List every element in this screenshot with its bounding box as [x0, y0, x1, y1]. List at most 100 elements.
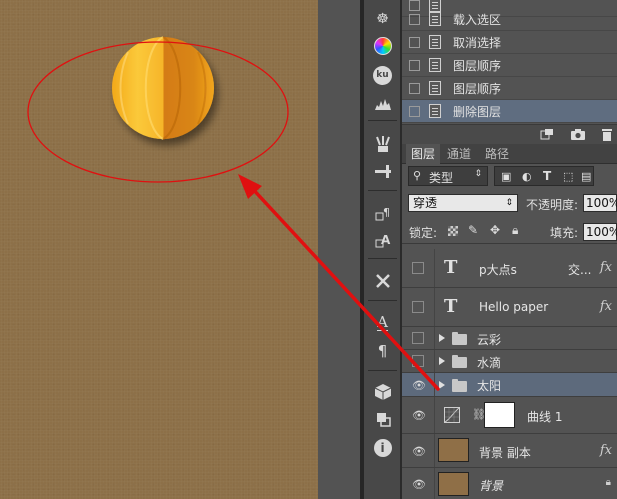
3d-object-icon[interactable] [370, 408, 395, 430]
expand-triangle-icon[interactable] [439, 381, 445, 389]
3d-cube-icon[interactable] [370, 381, 395, 403]
tab-paths[interactable]: 路径 [480, 144, 514, 164]
layer-group-row-selected[interactable]: 👁︎ 太阳 [402, 373, 617, 397]
fx-icon[interactable]: fx [600, 299, 612, 314]
camera-icon[interactable] [570, 128, 586, 142]
type-filter-icon[interactable]: T [543, 169, 551, 183]
eye-icon[interactable]: 👁︎ [411, 445, 427, 458]
layer-name: Hello paper [479, 300, 549, 314]
folder-icon [452, 355, 467, 368]
visibility-toggle[interactable] [412, 301, 424, 313]
layer-group-row[interactable]: 云彩 [402, 327, 617, 350]
lock-all-icon[interactable]: 🔒︎ [512, 223, 518, 238]
canvas-gutter [318, 0, 360, 499]
document-icon [429, 81, 441, 95]
svg-text:A: A [381, 233, 391, 247]
layer-name: 曲线 1 [527, 410, 563, 424]
new-document-from-state-icon[interactable] [539, 128, 555, 142]
layer-thumbnail [438, 472, 469, 496]
expand-triangle-icon[interactable] [439, 357, 445, 365]
opacity-input[interactable]: 100% [583, 194, 617, 212]
lock-label: 锁定: [409, 226, 438, 240]
visibility-toggle[interactable] [412, 355, 424, 367]
info-icon[interactable]: i [370, 437, 395, 459]
document-icon [429, 12, 441, 26]
blend-mode-select[interactable]: 穿透 ⇕ [408, 194, 518, 212]
history-snapshot-checkbox[interactable] [409, 13, 420, 25]
smart-object-filter-icon[interactable]: ▤ [581, 170, 591, 183]
layer-name: 背景 [479, 479, 504, 493]
history-item-label: 载入选区 [453, 12, 502, 27]
chevron-updown-icon: ⇕ [505, 198, 513, 208]
eye-icon[interactable]: 👁︎ [411, 409, 427, 422]
layers-panel-tabs: 图层 通道 路径 [402, 144, 617, 164]
text-layer-icon: T [444, 296, 458, 317]
layer-row[interactable]: T p大点s 交... fx [402, 249, 617, 288]
expand-triangle-icon[interactable] [439, 334, 445, 342]
history-item-label: 删除图层 [453, 104, 502, 119]
fx-icon[interactable]: fx [600, 443, 612, 458]
eye-icon[interactable]: 👁︎ [411, 379, 427, 392]
character-icon[interactable]: A [370, 312, 395, 334]
lock-image-pixels-icon[interactable]: ✎ [468, 223, 478, 237]
filter-icons-group: ▣ ◐ T ⬚ ▤ [494, 166, 594, 186]
character-clone-icon[interactable]: A [370, 230, 395, 252]
visibility-toggle[interactable] [412, 332, 424, 344]
visibility-toggle[interactable] [412, 262, 424, 274]
layer-thumbnail [438, 438, 469, 462]
history-item-active[interactable]: 删除图层 [402, 100, 617, 123]
layer-name-overflow: 交... [568, 263, 592, 277]
paragraph-clone-icon[interactable]: ¶ [370, 203, 395, 225]
pixel-filter-icon[interactable]: ▣ [501, 170, 511, 183]
layer-filter-row: ⚲ 类型 ⇕ ▣ ◐ T ⬚ ▤ [402, 165, 617, 189]
canvas-artwork [27, 36, 289, 183]
filter-kind-select[interactable]: ⚲ 类型 ⇕ [408, 166, 488, 186]
document-canvas[interactable] [0, 0, 318, 499]
ship-wheel-icon[interactable]: ☸ [370, 8, 395, 30]
layer-row[interactable]: 👁︎ 背景 副本 fx [402, 434, 617, 468]
chevron-updown-icon: ⇕ [474, 169, 482, 179]
trash-icon[interactable] [599, 128, 615, 142]
adjustment-filter-icon[interactable]: ◐ [522, 170, 532, 183]
sun-ball [112, 36, 214, 140]
layer-row[interactable]: 👁︎ ⛓︎ 曲线 1 [402, 397, 617, 434]
brush-presets-icon[interactable] [370, 133, 395, 155]
kuler-icon[interactable]: ku [370, 64, 395, 86]
history-item[interactable]: 图层顺序 [402, 77, 617, 100]
color-wheel-icon[interactable] [370, 35, 395, 57]
document-icon [429, 104, 441, 118]
layer-row-background[interactable]: 👁︎ 背景 🔒︎ [402, 468, 617, 499]
history-snapshot-checkbox[interactable] [409, 59, 420, 71]
layer-name: 太阳 [477, 379, 502, 393]
history-footer [402, 124, 617, 144]
history-snapshot-checkbox[interactable] [409, 105, 420, 117]
history-snapshot-checkbox[interactable] [409, 82, 420, 94]
history-item[interactable]: 取消选择 [402, 31, 617, 54]
filter-kind-label: 类型 [429, 171, 454, 185]
layer-mask-thumbnail[interactable] [484, 402, 515, 428]
layer-group-row[interactable]: 水滴 [402, 350, 617, 373]
tab-channels[interactable]: 通道 [442, 144, 476, 164]
folder-icon [452, 379, 467, 392]
lock-transparent-pixels-icon[interactable] [448, 226, 458, 236]
fill-input[interactable]: 100% [583, 223, 617, 241]
history-item[interactable]: 载入选区 [402, 8, 617, 31]
eye-icon[interactable]: 👁︎ [411, 478, 427, 491]
lock-position-icon[interactable]: ✥ [490, 223, 500, 237]
brush-icon[interactable] [370, 160, 395, 182]
blend-mode-value: 穿透 [413, 196, 438, 210]
layer-name: 水滴 [477, 356, 502, 370]
tools-preset-icon[interactable] [370, 270, 395, 292]
history-snapshot-checkbox[interactable] [409, 36, 420, 48]
document-icon [429, 35, 441, 49]
history-item[interactable]: 图层顺序 [402, 54, 617, 77]
tab-layers[interactable]: 图层 [406, 144, 441, 164]
layer-row[interactable]: T Hello paper fx [402, 288, 617, 327]
history-item-label: 取消选择 [453, 35, 502, 50]
paragraph-icon[interactable]: ¶ [370, 340, 395, 362]
shape-filter-icon[interactable]: ⬚ [563, 170, 573, 183]
blend-opacity-row: 穿透 ⇕ 不透明度: 100% [402, 193, 617, 215]
histogram-icon[interactable] [370, 93, 395, 115]
history-item-label: 图层顺序 [453, 81, 502, 96]
fx-icon[interactable]: fx [600, 260, 612, 275]
